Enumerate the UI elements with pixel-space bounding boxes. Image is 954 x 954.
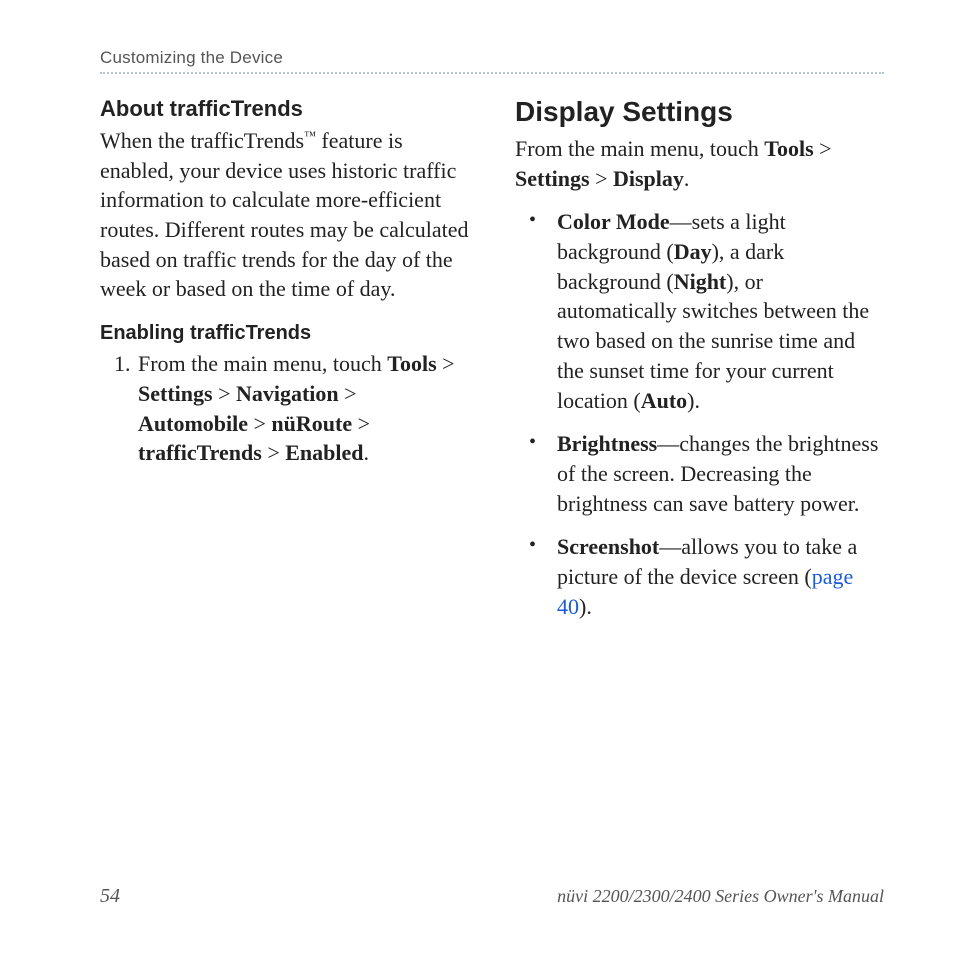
intro-display: Display — [613, 166, 684, 191]
right-column: Display Settings From the main menu, tou… — [515, 96, 884, 635]
display-intro: From the main menu, touch Tools > Settin… — [515, 134, 884, 193]
color-auto: Auto — [641, 388, 687, 413]
path-traffictrends: trafficTrends — [138, 440, 262, 465]
screenshot-t2: ). — [579, 594, 592, 619]
brightness-name: Brightness — [557, 431, 657, 456]
intro-sep2: > — [590, 166, 613, 191]
page-number: 54 — [100, 885, 120, 908]
sep: > — [352, 411, 370, 436]
intro-settings: Settings — [515, 166, 590, 191]
intro-a: From the main menu, touch — [515, 136, 764, 161]
item-brightness: Brightness—changes the brightness of the… — [515, 429, 884, 518]
path-tools: Tools — [387, 351, 436, 376]
color-mode-name: Color Mode — [557, 209, 670, 234]
path-nuroute: nüRoute — [271, 411, 352, 436]
sep: > — [248, 411, 271, 436]
display-settings-list: Color Mode—sets a light background (Day)… — [515, 207, 884, 621]
path-enabled: Enabled — [285, 440, 363, 465]
item-color-mode: Color Mode—sets a light background (Day)… — [515, 207, 884, 415]
sep: > — [437, 351, 455, 376]
intro-dot: . — [684, 166, 690, 191]
step-dot: . — [364, 440, 370, 465]
about-heading: About trafficTrends — [100, 96, 469, 122]
display-settings-heading: Display Settings — [515, 96, 884, 128]
path-automobile: Automobile — [138, 411, 248, 436]
left-column: About trafficTrends When the trafficTren… — [100, 96, 469, 635]
path-settings: Settings — [138, 381, 213, 406]
enabling-steps: From the main menu, touch Tools > Settin… — [100, 349, 469, 468]
sep: > — [339, 381, 357, 406]
about-text-a: When the trafficTrends — [100, 128, 304, 153]
section-title: Customizing the Device — [100, 48, 283, 67]
intro-sep1: > — [814, 136, 832, 161]
screenshot-name: Screenshot — [557, 534, 659, 559]
path-navigation: Navigation — [236, 381, 339, 406]
manual-title: nüvi 2200/2300/2400 Series Owner's Manua… — [557, 886, 884, 907]
enabling-heading: Enabling trafficTrends — [100, 322, 469, 345]
trademark-symbol: ™ — [304, 129, 316, 143]
sep: > — [262, 440, 285, 465]
content-columns: About trafficTrends When the trafficTren… — [100, 96, 884, 635]
color-day: Day — [674, 239, 712, 264]
intro-tools: Tools — [764, 136, 813, 161]
step-intro: From the main menu, touch — [138, 351, 387, 376]
about-paragraph: When the trafficTrends™ feature is enabl… — [100, 126, 469, 304]
color-t4: ). — [687, 388, 700, 413]
page-header: Customizing the Device — [100, 48, 884, 74]
page-footer: 54 nüvi 2200/2300/2400 Series Owner's Ma… — [100, 885, 884, 908]
about-text-b: feature is enabled, your device uses his… — [100, 128, 469, 301]
item-screenshot: Screenshot—allows you to take a picture … — [515, 532, 884, 621]
sep: > — [213, 381, 236, 406]
color-night: Night — [674, 269, 727, 294]
step-1: From the main menu, touch Tools > Settin… — [136, 349, 469, 468]
